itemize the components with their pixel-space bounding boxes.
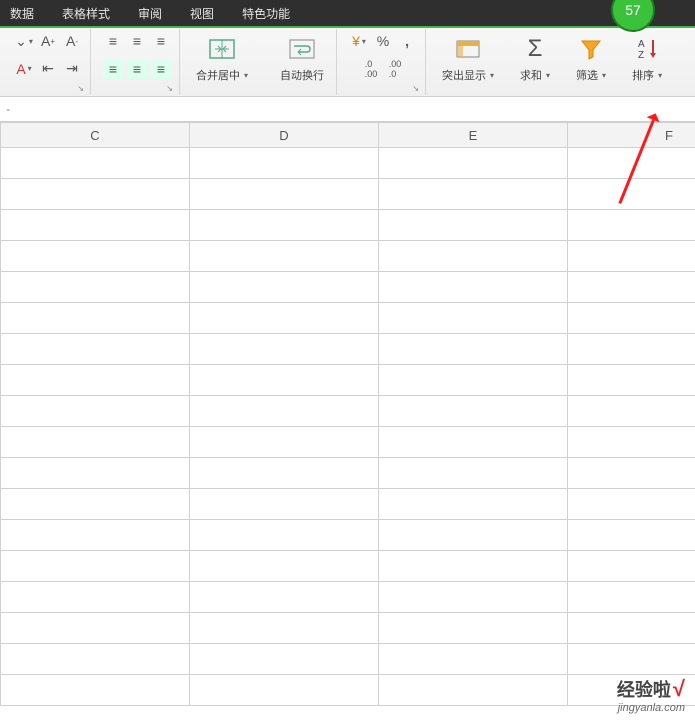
col-header-f[interactable]: F xyxy=(568,123,695,148)
table-row[interactable] xyxy=(1,148,695,179)
align-bottom-icon[interactable]: ≡ xyxy=(151,31,171,51)
comma-icon[interactable]: , xyxy=(397,31,417,51)
dialog-launcher-icon[interactable]: ↘ xyxy=(77,84,84,93)
menu-view[interactable]: 视图 xyxy=(190,5,214,22)
indent-icon[interactable]: ⇥ xyxy=(62,59,82,79)
font-color-icon[interactable]: A xyxy=(14,59,34,79)
table-row[interactable] xyxy=(1,303,695,334)
table-row[interactable] xyxy=(1,520,695,551)
check-icon: √ xyxy=(673,676,685,701)
highlight-button[interactable]: 突出显示 xyxy=(436,31,500,87)
merge-cells-button[interactable]: 合并居中 xyxy=(190,31,254,87)
align-right-icon[interactable]: ≡ xyxy=(151,59,171,79)
align-middle-icon[interactable]: ≡ xyxy=(127,31,147,51)
sum-label: 求和 xyxy=(520,67,550,83)
col-header-c[interactable]: C xyxy=(1,123,190,148)
table-row[interactable] xyxy=(1,675,695,706)
merge-icon xyxy=(208,35,236,63)
table-row[interactable] xyxy=(1,396,695,427)
table-row[interactable] xyxy=(1,644,695,675)
svg-text:A: A xyxy=(638,39,645,50)
filter-label: 筛选 xyxy=(576,67,606,83)
menu-tablestyle[interactable]: 表格样式 xyxy=(62,5,110,22)
table-row[interactable] xyxy=(1,210,695,241)
ribbon: ⌄ A+ A- A ⇤ ⇥ ↘ ≡ ≡ ≡ ≡ ≡ ≡ ↘ xyxy=(0,26,695,97)
table-row[interactable] xyxy=(1,613,695,644)
sort-button[interactable]: AZ 排序 xyxy=(626,31,668,87)
tools-group: 突出显示 Σ 求和 筛选 AZ 排序 xyxy=(430,29,674,95)
col-header-d[interactable]: D xyxy=(190,123,379,148)
merge-label: 合并居中 xyxy=(196,67,248,83)
table-row[interactable] xyxy=(1,458,695,489)
table-row[interactable] xyxy=(1,427,695,458)
font-decrease-icon[interactable]: A- xyxy=(62,31,82,51)
wrap-text-button[interactable]: 自动换行 xyxy=(274,31,330,87)
funnel-icon xyxy=(577,35,605,63)
table-row[interactable] xyxy=(1,551,695,582)
align-left-icon[interactable]: ≡ xyxy=(103,59,123,79)
font-group: ⌄ A+ A- A ⇤ ⇥ ↘ xyxy=(6,29,91,95)
number-group: ¥ % , .0.00 .00.0 ↘ xyxy=(341,29,426,95)
sort-az-icon: AZ xyxy=(633,35,661,63)
table-row[interactable] xyxy=(1,241,695,272)
merge-wrap-group: 合并居中 自动换行 xyxy=(184,29,337,95)
menu-data[interactable]: 数据 xyxy=(10,5,34,22)
table-row[interactable] xyxy=(1,334,695,365)
decrease-decimal-icon[interactable]: .00.0 xyxy=(385,59,405,79)
table-row[interactable] xyxy=(1,365,695,396)
svg-text:Z: Z xyxy=(638,50,644,61)
dropdown-icon[interactable]: ⌄ xyxy=(14,31,34,51)
dialog-launcher-icon[interactable]: ↘ xyxy=(412,84,419,93)
table-row[interactable] xyxy=(1,582,695,613)
watermark-url: jingyanla.com xyxy=(617,702,685,714)
watermark-title: 经验啦 xyxy=(617,680,671,700)
watermark: 经验啦√ jingyanla.com xyxy=(617,676,685,714)
sum-button[interactable]: Σ 求和 xyxy=(514,31,556,87)
highlight-label: 突出显示 xyxy=(442,67,494,83)
outdent-icon[interactable]: ⇤ xyxy=(38,59,58,79)
table-row[interactable] xyxy=(1,272,695,303)
highlight-icon xyxy=(454,35,482,63)
table-row[interactable] xyxy=(1,489,695,520)
filter-button[interactable]: 筛选 xyxy=(570,31,612,87)
column-header-row: C D E F xyxy=(1,123,695,148)
formula-value: - xyxy=(6,102,10,116)
sigma-icon: Σ xyxy=(521,35,549,63)
align-group: ≡ ≡ ≡ ≡ ≡ ≡ ↘ xyxy=(95,29,180,95)
increase-decimal-icon[interactable]: .0.00 xyxy=(361,59,381,79)
col-header-e[interactable]: E xyxy=(379,123,568,148)
spreadsheet-grid[interactable]: C D E F xyxy=(0,122,695,706)
formula-bar[interactable]: - xyxy=(0,97,695,122)
wrap-icon xyxy=(288,35,316,63)
font-increase-icon[interactable]: A+ xyxy=(38,31,58,51)
align-top-icon[interactable]: ≡ xyxy=(103,31,123,51)
sort-label: 排序 xyxy=(632,67,662,83)
dialog-launcher-icon[interactable]: ↘ xyxy=(166,84,173,93)
menubar: 数据 表格样式 审阅 视图 特色功能 57 xyxy=(0,0,695,26)
align-center-icon[interactable]: ≡ xyxy=(127,59,147,79)
currency-icon[interactable]: ¥ xyxy=(349,31,369,51)
percent-icon[interactable]: % xyxy=(373,31,393,51)
menu-special[interactable]: 特色功能 xyxy=(242,5,290,22)
menu-review[interactable]: 审阅 xyxy=(138,5,162,22)
table-row[interactable] xyxy=(1,179,695,210)
wrap-label: 自动换行 xyxy=(280,67,324,83)
